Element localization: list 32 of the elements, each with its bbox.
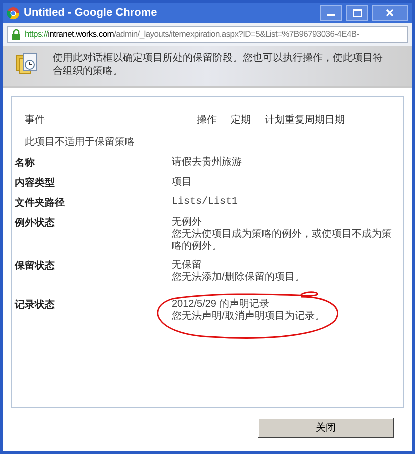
maximize-button[interactable] <box>346 5 368 21</box>
property-value: 2012/5/29 的声明记录 <box>172 299 270 310</box>
column-header: 计划重复周期日期 <box>265 114 345 128</box>
property-label: 例外状态 <box>15 217 56 231</box>
close-button[interactable] <box>372 5 408 21</box>
property-label: 内容类型 <box>15 177 56 190</box>
column-header: 事件 <box>25 114 46 128</box>
property-value: 项目 <box>172 177 193 189</box>
property-label: 名称 <box>15 157 36 170</box>
policy-note: 此项目不适用于保留策略 <box>24 136 136 150</box>
address-bar[interactable]: https://intranet.works.com/admin/_layouts/itemexpiration.aspx?ID=5&List=%7B96793036-4E4B- <box>7 26 408 43</box>
property-label: 文件夹路径 <box>15 197 66 210</box>
property-value: 您无法添加/删除保留的项目。 <box>172 272 306 284</box>
property-label: 保留状态 <box>15 260 56 274</box>
property-value: 无保留 <box>172 260 203 272</box>
column-header: 定期 <box>231 114 251 128</box>
close-icon <box>386 9 394 17</box>
browser-logo-icon <box>7 6 20 20</box>
maximize-icon <box>352 9 362 17</box>
window-title: Untitled - Google Chrome <box>24 6 158 21</box>
property-value: 您无法使项目成为策略的例外，或使项目不成为策略的例外。 <box>172 229 393 253</box>
url-text: https://intranet.works.com/admin/_layouts/itemexpiration.aspx?ID=5&List=%7B96793036-4E4B- <box>25 28 360 41</box>
lock-icon <box>12 29 21 40</box>
property-value: Lists/List1 <box>172 197 240 209</box>
column-header: 操作 <box>197 114 217 128</box>
property-value: 您无法声明/取消声明项目为记录。 <box>172 311 326 323</box>
property-label: 记录状态 <box>15 299 56 313</box>
close-dialog-button[interactable]: 关闭 <box>258 418 394 438</box>
property-value: 请假去贵州旅游 <box>172 157 243 169</box>
property-value: 无例外 <box>172 217 203 228</box>
dialog-description: 使用此对话框以确定项目所处的保留阶段。您也可以执行操作，使此项目符合组织的策略。 <box>53 52 383 78</box>
minimize-button[interactable] <box>320 5 342 21</box>
